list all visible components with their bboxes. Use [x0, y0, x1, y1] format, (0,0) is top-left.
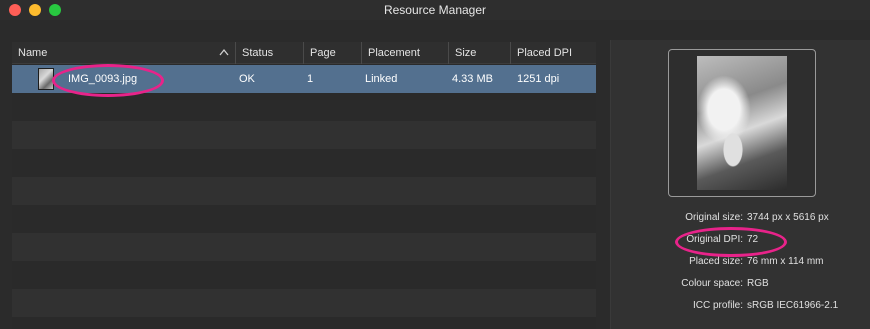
colour-space-value: RGB [747, 278, 769, 289]
column-header-size[interactable]: Size [448, 42, 510, 64]
resource-table: Name Status Page Placement Size Placed D… [12, 42, 596, 329]
empty-row [12, 121, 596, 149]
icc-profile-row: ICC profile: sRGB IEC61966-2.1 [611, 300, 870, 316]
preview-image [697, 56, 787, 190]
original-dpi-label: Original DPI: [686, 234, 743, 245]
original-size-row: Original size: 3744 px x 5616 px [611, 212, 870, 228]
table-header: Name Status Page Placement Size Placed D… [12, 42, 596, 64]
column-header-placed-dpi[interactable]: Placed DPI [510, 42, 596, 64]
colour-space-row: Colour space: RGB [611, 278, 870, 294]
original-size-label: Original size: [685, 212, 743, 223]
row-status: OK [239, 73, 255, 85]
window-title: Resource Manager [383, 3, 487, 17]
placed-size-label: Placed size: [689, 256, 743, 267]
column-header-page[interactable]: Page [303, 42, 361, 64]
empty-row [12, 149, 596, 177]
empty-row [12, 289, 596, 317]
placed-size-row: Placed size: 76 mm x 114 mm [611, 256, 870, 272]
original-size-value: 3744 px x 5616 px [747, 212, 829, 223]
empty-row [12, 233, 596, 261]
empty-row [12, 317, 596, 329]
icc-profile-label: ICC profile: [692, 300, 743, 311]
empty-row [12, 177, 596, 205]
details-panel: Original size: 3744 px x 5616 px Origina… [610, 40, 870, 329]
original-dpi-value: 72 [747, 234, 759, 245]
icc-profile-value: sRGB IEC61966-2.1 [747, 300, 839, 311]
table-row[interactable]: IMG_0093.jpg OK 1 Linked 4.33 MB 1251 dp… [12, 65, 596, 93]
image-preview [668, 49, 816, 197]
row-placed-dpi: 1251 dpi [517, 73, 560, 85]
placed-size-value: 76 mm x 114 mm [747, 256, 824, 267]
column-header-placement[interactable]: Placement [361, 42, 448, 64]
empty-row [12, 93, 596, 121]
empty-row [12, 205, 596, 233]
empty-row [12, 261, 596, 289]
original-dpi-row: Original DPI: 72 [611, 234, 870, 250]
row-page: 1 [307, 73, 314, 85]
row-size: 4.33 MB [452, 73, 493, 85]
row-placement: Linked [365, 73, 398, 85]
column-header-status[interactable]: Status [235, 42, 303, 64]
column-header-name[interactable]: Name [12, 42, 234, 64]
title-bar: Resource Manager [0, 0, 870, 20]
colour-space-label: Colour space: [681, 278, 743, 289]
chevron-up-icon[interactable] [218, 47, 230, 59]
image-thumbnail-icon [38, 68, 54, 90]
row-name: IMG_0093.jpg [68, 73, 138, 85]
